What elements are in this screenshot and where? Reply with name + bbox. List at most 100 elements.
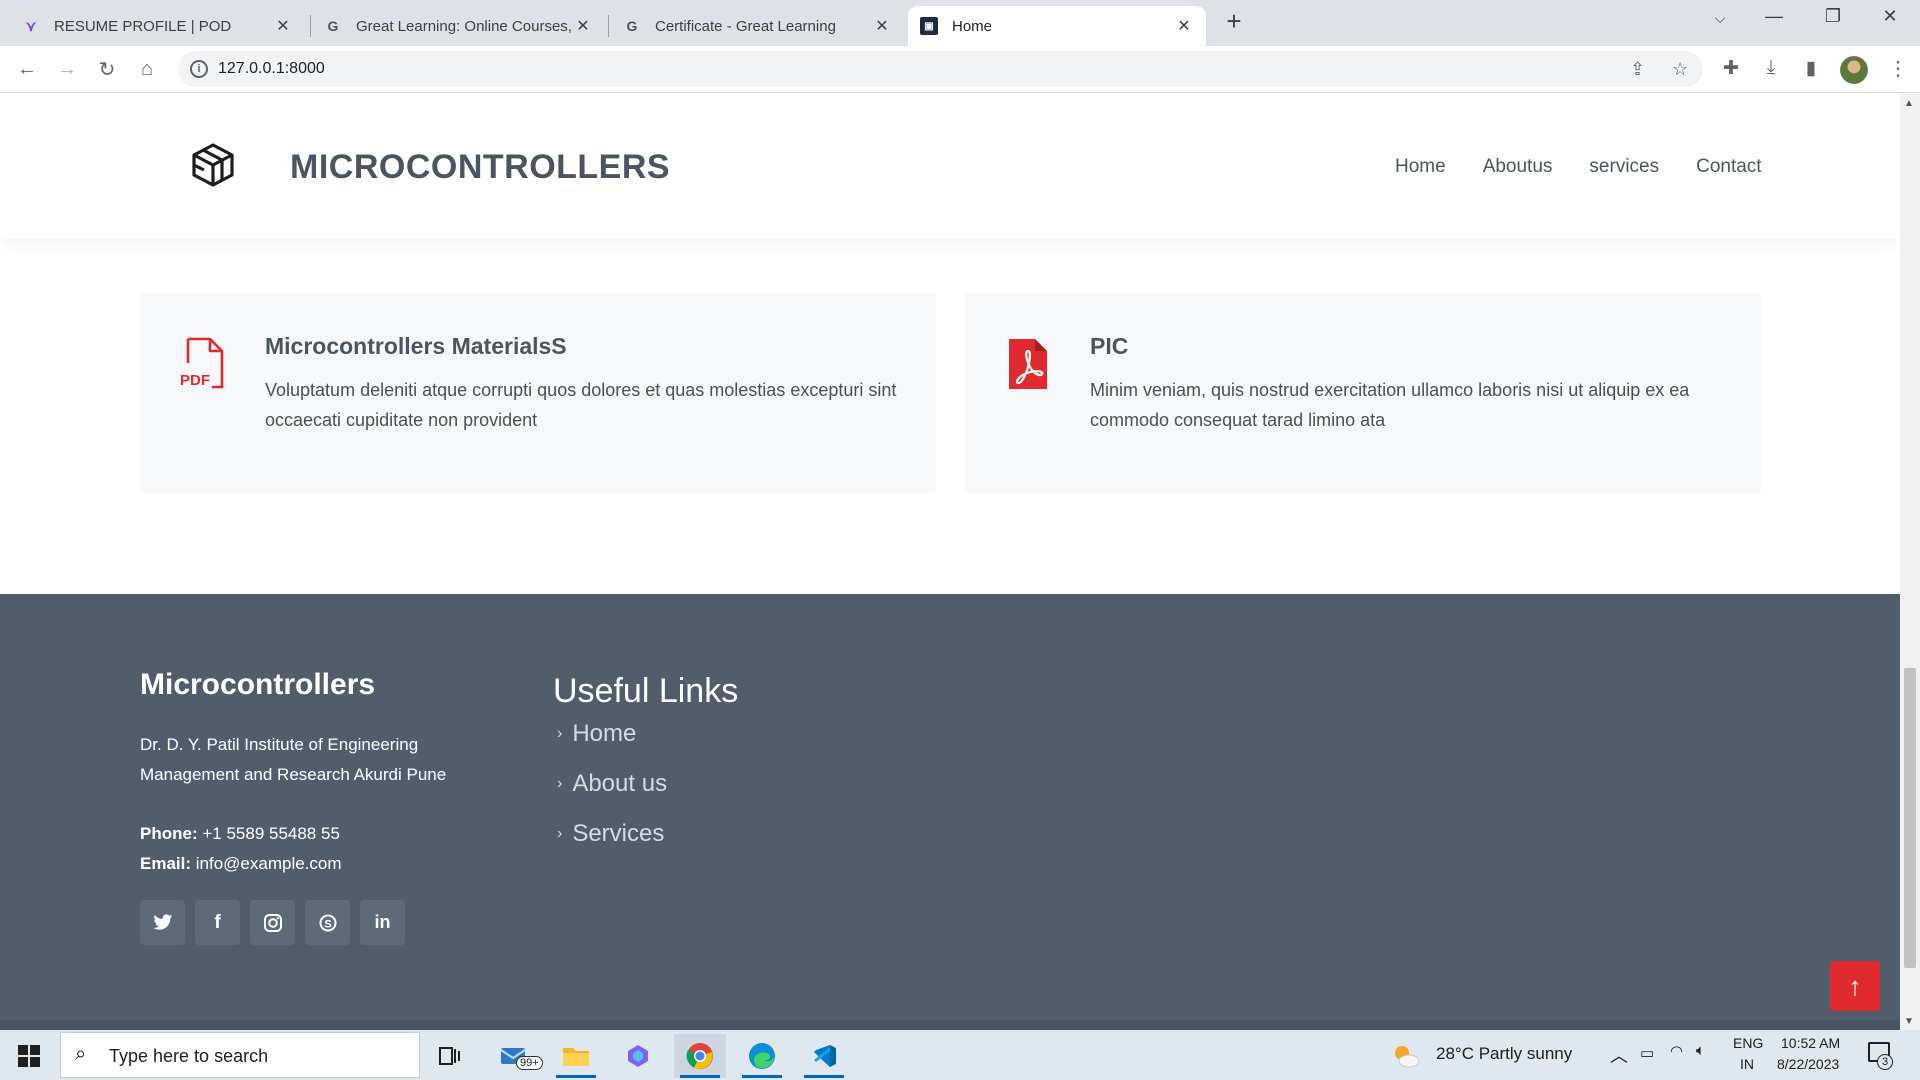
chrome-icon[interactable] — [674, 1034, 726, 1078]
close-icon[interactable]: ✕ — [872, 16, 892, 36]
battery-icon[interactable]: ▭ — [1640, 1044, 1654, 1062]
card-title[interactable]: PIC — [1090, 333, 1128, 360]
copilot-icon[interactable] — [612, 1034, 664, 1078]
logo-icon[interactable] — [190, 142, 236, 188]
tab-title: Certificate - Great Learning — [655, 17, 836, 35]
chevron-right-icon: › — [557, 825, 563, 842]
footer-address: Dr. D. Y. Patil Institute of Engineering… — [140, 735, 447, 784]
acrobat-pdf-icon — [1009, 339, 1047, 389]
tab-title: Great Learning: Online Courses, P — [356, 17, 573, 35]
download-icon[interactable]: ⤓ — [1758, 57, 1784, 79]
nav-services[interactable]: services — [1589, 156, 1659, 178]
close-icon[interactable]: ✕ — [573, 16, 593, 36]
language-top[interactable]: ENG — [1733, 1035, 1763, 1051]
footer-link-label[interactable]: Home — [572, 720, 636, 748]
email-label: Email: — [140, 854, 192, 873]
reload-icon[interactable]: ↻ — [94, 56, 120, 82]
site-info-icon[interactable]: i — [190, 60, 208, 78]
linkedin-icon[interactable]: in — [360, 900, 405, 945]
card-description: Voluptatum deleniti atque corrupti quos … — [265, 380, 897, 430]
card-description: Minim veniam, quis nostrud exercitation … — [1090, 380, 1690, 430]
search-icon: ⌕ — [75, 1043, 87, 1065]
browser-tab-strip: ⋎ RESUME PROFILE | POD ✕ G Great Learnin… — [0, 0, 1920, 46]
weather-sun-cloud-icon[interactable] — [1388, 1034, 1424, 1078]
chevron-right-icon: › — [557, 775, 563, 792]
address-bar[interactable]: i 127.0.0.1:8000 ⇪ ☆ — [178, 51, 1703, 87]
profile-avatar[interactable] — [1840, 56, 1868, 84]
scroll-down-arrow-icon[interactable]: ▼ — [1904, 1016, 1914, 1027]
taskbar-search-box[interactable]: ⌕ Type here to search — [60, 1032, 420, 1078]
page-viewport: MICROCONTROLLERS Home Aboutus services C… — [0, 94, 1900, 1030]
mail-icon[interactable]: 99+ — [488, 1034, 543, 1078]
volume-icon[interactable]: 🔈︎ — [1696, 1042, 1705, 1059]
site-brand-title[interactable]: MICROCONTROLLERS — [290, 148, 670, 187]
chevron-up-icon[interactable]: ︿ — [1610, 1042, 1628, 1068]
footer-link-label[interactable]: About us — [572, 770, 667, 798]
nav-contact[interactable]: Contact — [1696, 156, 1761, 178]
site-footer: Microcontrollers Dr. D. Y. Patil Institu… — [0, 594, 1900, 1030]
material-card-microcontrollers[interactable]: PDF Microcontrollers MaterialsS Voluptat… — [140, 293, 936, 493]
footer-link-about[interactable]: › About us — [557, 770, 667, 798]
url-text[interactable]: 127.0.0.1:8000 — [218, 60, 325, 78]
task-view-icon[interactable] — [424, 1034, 476, 1078]
file-explorer-icon[interactable] — [550, 1034, 602, 1078]
back-to-top-button[interactable]: ↑ — [1830, 961, 1880, 1011]
share-icon[interactable]: ⇪ — [1630, 59, 1645, 80]
scrollbar-thumb[interactable] — [1904, 668, 1916, 968]
close-icon[interactable]: ✕ — [273, 16, 293, 36]
weather-text[interactable]: 28°C Partly sunny — [1436, 1044, 1572, 1064]
footer-link-home[interactable]: › Home — [557, 720, 636, 748]
pdf-icon-label: PDF — [180, 372, 210, 389]
tab-great-learning[interactable]: G Great Learning: Online Courses, P ✕ — [312, 6, 605, 46]
main-nav: Home Aboutus services Contact — [1358, 156, 1762, 178]
clock-time[interactable]: 10:52 AM — [1781, 1035, 1840, 1051]
clock-date[interactable]: 8/22/2023 — [1777, 1056, 1839, 1072]
notification-count: 3 — [1877, 1054, 1893, 1070]
scroll-up-arrow-icon[interactable]: ▲ — [1904, 98, 1914, 109]
vscode-icon[interactable] — [798, 1034, 850, 1078]
site-header: MICROCONTROLLERS Home Aboutus services C… — [0, 94, 1900, 239]
twitter-icon[interactable] — [140, 900, 185, 945]
tab-home[interactable]: ▣ Home ✕ — [908, 6, 1206, 46]
new-tab-button[interactable]: + — [1222, 8, 1246, 34]
pod-icon: ⋎ — [25, 17, 37, 34]
tab-separator — [310, 15, 311, 37]
footer-link-services[interactable]: › Services — [557, 820, 664, 848]
tab-separator — [608, 15, 609, 37]
nav-aboutus[interactable]: Aboutus — [1483, 156, 1553, 178]
tab-search-chevron-icon[interactable]: ⌵ — [1700, 10, 1740, 27]
page-scrollbar[interactable]: ▲ ▼ — [1900, 94, 1920, 1030]
minimize-button[interactable]: — — [1754, 6, 1794, 27]
google-g-icon: G — [327, 18, 339, 34]
edge-icon[interactable] — [736, 1034, 788, 1078]
taskbar-search-placeholder[interactable]: Type here to search — [109, 1046, 268, 1067]
tab-title: Home — [952, 17, 993, 35]
bookmark-star-icon[interactable]: ☆ — [1672, 59, 1688, 80]
forward-arrow-icon[interactable]: → — [54, 56, 80, 82]
language-bottom[interactable]: IN — [1740, 1056, 1754, 1072]
extensions-icon[interactable]: ✚ — [1718, 57, 1744, 80]
side-panel-icon[interactable]: ▮ — [1798, 57, 1824, 80]
tab-resume-profile[interactable]: ⋎ RESUME PROFILE | POD ✕ — [10, 6, 305, 46]
back-arrow-icon[interactable]: ← — [14, 56, 40, 82]
tab-certificate[interactable]: G Certificate - Great Learning ✕ — [611, 6, 904, 46]
home-icon[interactable]: ⌂ — [134, 56, 160, 82]
instagram-icon[interactable] — [250, 900, 295, 945]
restore-button[interactable]: ❐ — [1813, 6, 1853, 27]
wifi-icon[interactable]: ◠ — [1670, 1042, 1683, 1060]
skype-icon[interactable]: S — [305, 900, 350, 945]
footer-phone: Phone: +1 5589 55488 55 — [140, 824, 340, 844]
card-title[interactable]: Microcontrollers MaterialsS — [265, 333, 567, 360]
footer-bottom-bar — [0, 1020, 1900, 1030]
windows-start-icon[interactable] — [18, 1045, 40, 1067]
facebook-icon[interactable]: f — [195, 900, 240, 945]
material-card-pic[interactable]: PIC Minim veniam, quis nostrud exercitat… — [965, 293, 1761, 493]
menu-kebab-icon[interactable]: ⋮ — [1888, 56, 1908, 81]
footer-link-label[interactable]: Services — [572, 820, 664, 848]
email-value: info@example.com — [195, 854, 342, 873]
pdf-file-icon: PDF — [180, 337, 224, 389]
close-icon[interactable]: ✕ — [1174, 16, 1194, 36]
close-window-button[interactable]: ✕ — [1870, 6, 1910, 27]
phone-label: Phone: — [140, 824, 198, 843]
nav-home[interactable]: Home — [1395, 156, 1446, 178]
